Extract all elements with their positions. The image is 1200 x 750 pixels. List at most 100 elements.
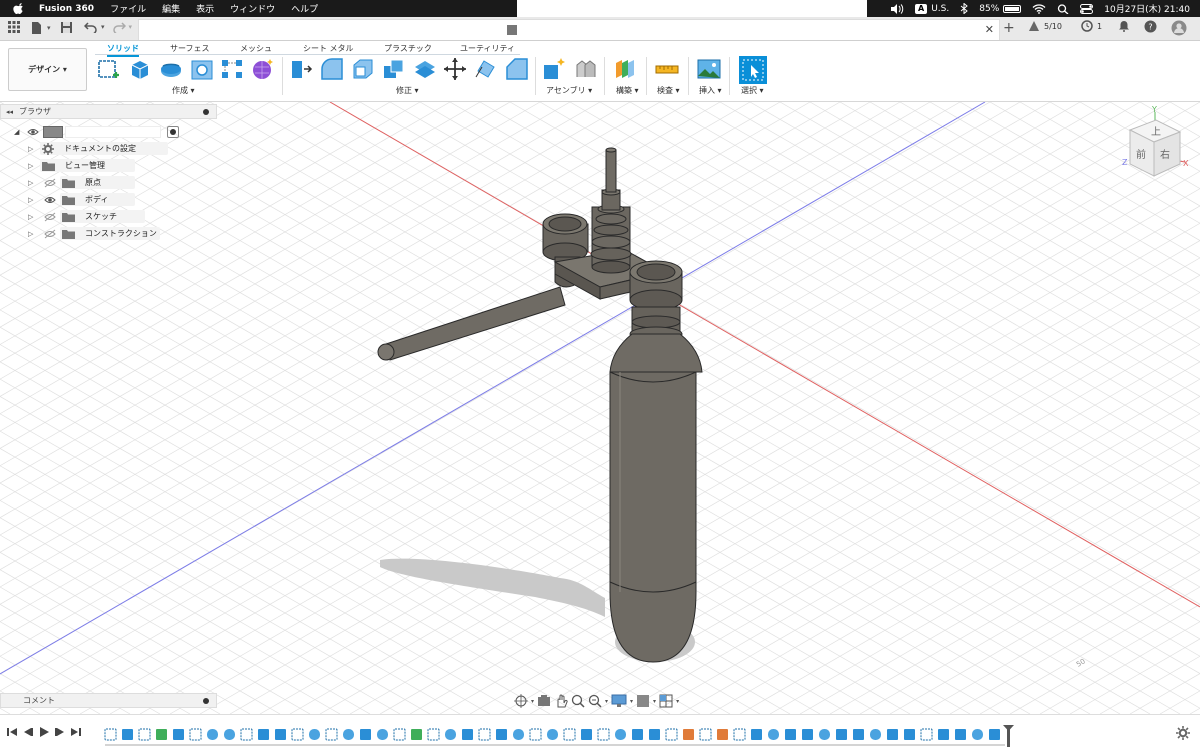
notifications-bell-icon[interactable] <box>1118 20 1130 32</box>
tab-mesh[interactable]: メッシュ <box>240 43 272 54</box>
active-document-tab[interactable]: ✕ <box>138 19 1000 40</box>
construct-group-label[interactable]: 構築 ▾ <box>616 85 639 96</box>
timeline-feature-revolve-icon[interactable] <box>309 729 320 740</box>
tab-surface[interactable]: サーフェス <box>170 43 210 54</box>
visibility-eye-icon[interactable] <box>44 195 56 205</box>
timeline-feature-extrude-icon[interactable] <box>496 729 507 740</box>
timeline-feature-sketch-icon[interactable] <box>240 728 253 741</box>
offset-plane-icon[interactable] <box>613 57 637 81</box>
wifi-icon[interactable] <box>1032 3 1046 14</box>
timeline-feature-extrude-icon[interactable] <box>989 729 1000 740</box>
fillet-icon[interactable] <box>320 57 344 81</box>
hole-icon[interactable] <box>190 57 214 81</box>
timeline-feature-extrude-icon[interactable] <box>887 729 898 740</box>
file-menu-dropdown-icon[interactable]: ▾ <box>47 24 51 32</box>
timeline-feature-sketch-icon[interactable] <box>920 728 933 741</box>
menu-help[interactable]: ヘルプ <box>291 2 318 15</box>
step-forward-icon[interactable] <box>55 727 65 737</box>
fit-zoom-icon[interactable] <box>588 694 602 708</box>
visibility-eye-icon[interactable] <box>27 127 40 137</box>
timeline-feature-plane-icon[interactable] <box>156 729 167 740</box>
timeline-feature-sketch-icon[interactable] <box>699 728 712 741</box>
timeline-feature-sketch-icon[interactable] <box>393 728 406 741</box>
timeline-feature-sketch-icon[interactable] <box>563 728 576 741</box>
insert-group-label[interactable]: 挿入 ▾ <box>699 85 722 96</box>
timeline-feature-chamfer-icon[interactable] <box>717 729 728 740</box>
menu-file[interactable]: ファイル <box>110 2 146 15</box>
activate-component-radio[interactable] <box>167 125 180 138</box>
timeline-feature-sketch-icon[interactable] <box>597 728 610 741</box>
comments-panel[interactable]: コメント <box>0 693 217 708</box>
timeline-feature-revolve-icon[interactable] <box>377 729 388 740</box>
viewcube[interactable]: Y X Z 上 前 右 <box>1122 105 1189 177</box>
move-copy-icon[interactable] <box>443 57 467 81</box>
modify-group-label[interactable]: 修正 ▾ <box>396 85 419 96</box>
timeline-settings-gear-icon[interactable] <box>1176 726 1190 740</box>
expand-caret-icon[interactable]: ▷ <box>28 196 33 204</box>
revolve-icon[interactable] <box>159 57 183 81</box>
expand-caret-icon[interactable]: ▷ <box>28 162 33 170</box>
online-status-icon[interactable] <box>1081 20 1093 32</box>
tab-plastic[interactable]: プラスチック <box>384 43 432 54</box>
timeline-feature-extrude-icon[interactable] <box>904 729 915 740</box>
clock[interactable]: 10月27日(木) 21:40 <box>1104 2 1190 15</box>
timeline-feature-extrude-icon[interactable] <box>853 729 864 740</box>
timeline-feature-fillet-icon[interactable] <box>649 729 660 740</box>
timeline-feature-sketch-icon[interactable] <box>427 728 440 741</box>
online-status-count[interactable]: 1 <box>1097 22 1102 31</box>
timeline-feature-extrude-icon[interactable] <box>258 729 269 740</box>
timeline-feature-extrude-icon[interactable] <box>360 729 371 740</box>
go-to-end-icon[interactable] <box>71 727 81 737</box>
timeline-feature-extrude-icon[interactable] <box>785 729 796 740</box>
collapse-browser-icon[interactable]: ◂◂ <box>6 108 13 116</box>
timeline-feature-extrude-icon[interactable] <box>751 729 762 740</box>
timeline-feature-revolve-icon[interactable] <box>343 729 354 740</box>
apple-icon[interactable] <box>12 3 26 14</box>
timeline-feature-extrude-icon[interactable] <box>173 729 184 740</box>
input-source-badge[interactable]: A <box>915 3 928 14</box>
tab-utility[interactable]: ユーティリティ <box>460 43 515 54</box>
select-icon[interactable] <box>739 56 767 84</box>
timeline-feature-strip[interactable] <box>103 725 1023 747</box>
combine-icon[interactable] <box>382 57 406 81</box>
orbit-dropdown-icon[interactable]: ▾ <box>531 698 534 705</box>
visibility-eye-icon[interactable] <box>44 229 56 239</box>
tree-item-named-views[interactable]: ▷ ビュー管理 <box>28 158 135 173</box>
timeline-feature-sketch-icon[interactable] <box>104 728 117 741</box>
app-grid-icon[interactable] <box>8 21 20 33</box>
timeline-marker[interactable] <box>1003 725 1014 747</box>
timeline-feature-revolve-icon[interactable] <box>768 729 779 740</box>
job-status-count[interactable]: 5/10 <box>1044 22 1062 31</box>
workspace-switcher-button[interactable]: デザイン ▾ <box>8 48 87 91</box>
expand-caret-icon[interactable]: ▷ <box>28 230 33 238</box>
viewcube-top-face[interactable]: 上 <box>1151 126 1161 138</box>
tree-root-row[interactable]: ◢ <box>14 124 180 139</box>
tree-item-origin[interactable]: ▷ 原点 <box>28 175 135 190</box>
visibility-eye-icon[interactable] <box>44 212 56 222</box>
menu-window[interactable]: ウィンドウ <box>230 2 275 15</box>
tab-sheet-metal[interactable]: シート メタル <box>303 43 354 54</box>
form-icon[interactable] <box>251 57 275 81</box>
browser-pin-icon[interactable] <box>203 109 209 115</box>
timeline-feature-revolve-icon[interactable] <box>615 729 626 740</box>
timeline-feature-extrude-icon[interactable] <box>632 729 643 740</box>
close-tab-icon[interactable]: ✕ <box>985 23 994 36</box>
shell-icon[interactable] <box>351 57 375 81</box>
timeline-feature-sketch-icon[interactable] <box>478 728 491 741</box>
menu-edit[interactable]: 編集 <box>162 2 180 15</box>
file-menu-icon[interactable] <box>30 21 44 35</box>
display-settings-dropdown-icon[interactable]: ▾ <box>630 698 633 705</box>
extrude-icon[interactable] <box>128 57 152 81</box>
expand-caret-icon[interactable]: ▷ <box>28 145 33 153</box>
menu-view[interactable]: 表示 <box>196 2 214 15</box>
timeline-feature-chamfer-icon[interactable] <box>683 729 694 740</box>
root-collapse-caret-icon[interactable]: ◢ <box>14 128 19 136</box>
grid-snaps-icon[interactable] <box>636 694 650 708</box>
expand-caret-icon[interactable]: ▷ <box>28 179 33 187</box>
press-pull-icon[interactable] <box>289 57 313 81</box>
step-back-icon[interactable] <box>23 727 33 737</box>
zoom-dropdown-icon[interactable]: ▾ <box>605 698 608 705</box>
save-icon[interactable] <box>60 21 73 34</box>
job-status-icon[interactable] <box>1028 20 1040 32</box>
timeline-feature-sketch-icon[interactable] <box>325 728 338 741</box>
